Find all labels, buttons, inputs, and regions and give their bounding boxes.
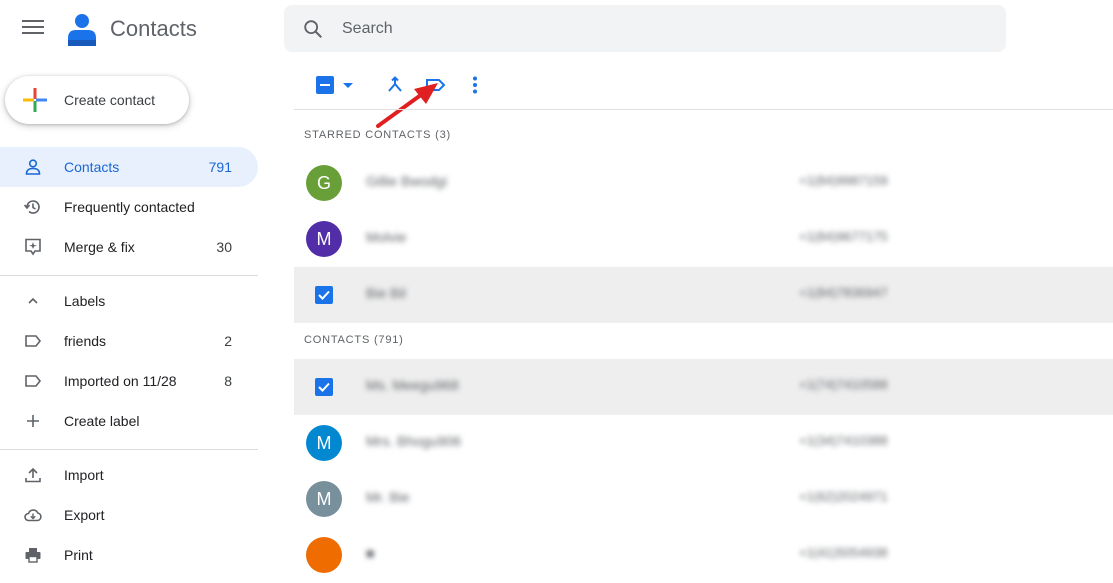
contact-name: Gillie Bwodgi: [366, 173, 447, 189]
labels-header[interactable]: Labels: [0, 281, 258, 321]
contacts-app: Contacts Create contact Contacts 791: [0, 0, 1113, 583]
contact-name: Bie Bil: [366, 285, 406, 301]
sidebar-label-imported[interactable]: Imported on 11/28 8: [0, 361, 258, 401]
contacts-header: CONTACTS (791): [304, 334, 404, 346]
sidebar-item-label: friends: [64, 333, 107, 349]
sidebar-item-merge-fix[interactable]: Merge & fix 30: [0, 227, 258, 267]
contact-name: ■: [366, 545, 375, 561]
toolbar-divider: [294, 109, 1113, 110]
print-icon: [25, 548, 41, 563]
contact-row[interactable]: G Gillie Bwodgi +1(84)9987159: [294, 155, 1113, 211]
chevron-up-icon: [28, 297, 38, 304]
sidebar-item-count: 791: [208, 159, 232, 175]
merge-fix-icon: [25, 238, 41, 256]
avatar[interactable]: G: [306, 165, 342, 201]
avatar[interactable]: M: [306, 221, 342, 257]
sidebar-item-label: Frequently contacted: [64, 199, 195, 215]
sidebar-item-label: Print: [64, 547, 93, 563]
sidebar-label-friends[interactable]: friends 2: [0, 321, 258, 361]
main-menu-icon[interactable]: [22, 20, 44, 38]
contact-phone: +1(34)7410388: [799, 433, 888, 448]
check-icon: [318, 382, 330, 392]
contact-row[interactable]: ■ +1(41)5054938: [294, 527, 1113, 583]
check-icon: [318, 290, 330, 300]
sidebar-item-count: 2: [224, 333, 232, 349]
contact-row[interactable]: Bie Bil +1(84)7836947: [294, 267, 1113, 323]
label-icon: [25, 375, 42, 387]
plus-icon: [23, 88, 47, 112]
contact-phone: +1(74)7410588: [799, 377, 888, 392]
sidebar-item-count: 30: [216, 239, 232, 255]
avatar[interactable]: M: [306, 481, 342, 517]
cloud-download-icon: [24, 509, 42, 522]
plus-icon: [27, 415, 39, 427]
sidebar-divider: [0, 449, 258, 450]
contact-row[interactable]: M Mr. Bie +1(62)2024971: [294, 471, 1113, 527]
sidebar-item-label: Import: [64, 467, 104, 483]
sidebar-item-contacts[interactable]: Contacts 791: [0, 147, 258, 187]
row-checkbox[interactable]: [315, 286, 333, 304]
sidebar-item-frequently-contacted[interactable]: Frequently contacted: [0, 187, 258, 227]
contact-phone: +1(84)9677175: [799, 229, 888, 244]
contacts-logo-icon: [68, 14, 96, 46]
avatar[interactable]: [306, 537, 342, 573]
app-title: Contacts: [110, 16, 197, 41]
contact-phone: +1(84)9987159: [799, 173, 888, 188]
merge-icon[interactable]: [384, 74, 406, 96]
contact-name: Ms. Meegu968: [366, 377, 459, 393]
avatar[interactable]: M: [306, 425, 342, 461]
sidebar-item-import[interactable]: Import: [0, 455, 258, 495]
contact-row[interactable]: M Molvie +1(84)9677175: [294, 211, 1113, 267]
search-icon[interactable]: [302, 18, 324, 40]
create-contact-button[interactable]: Create contact: [5, 76, 189, 124]
select-all-checkbox[interactable]: [316, 76, 334, 94]
label-icon[interactable]: [424, 74, 446, 96]
contact-row[interactable]: Ms. Meegu968 +1(74)7410588: [294, 359, 1113, 415]
sidebar-item-count: 8: [224, 373, 232, 389]
labels-header-label: Labels: [64, 293, 106, 309]
contact-name: Mr. Bie: [366, 489, 410, 505]
create-contact-label: Create contact: [64, 92, 156, 108]
sidebar-item-label: Export: [64, 507, 105, 523]
search-input[interactable]: [342, 5, 942, 52]
sidebar-divider: [0, 275, 258, 276]
contact-phone: +1(41)5054938: [799, 545, 888, 560]
create-label-label: Create label: [64, 413, 140, 429]
sidebar-item-print[interactable]: Print: [0, 535, 258, 575]
search-bar[interactable]: [284, 5, 1006, 52]
more-options-icon[interactable]: [464, 74, 486, 96]
upload-icon: [25, 467, 41, 483]
sidebar-item-export[interactable]: Export: [0, 495, 258, 535]
history-icon: [24, 200, 40, 214]
sidebar-item-label: Merge & fix: [64, 239, 135, 255]
contact-phone: +1(62)2024971: [799, 489, 888, 504]
create-label-item[interactable]: Create label: [0, 401, 258, 441]
contact-name: Molvie: [366, 229, 407, 245]
starred-contacts-header: STARRED CONTACTS (3): [304, 129, 451, 141]
contact-phone: +1(84)7836947: [799, 285, 888, 300]
label-icon: [25, 335, 42, 347]
person-icon: [25, 159, 41, 175]
contact-name: Mrs. Bhogu906: [366, 433, 461, 449]
sidebar-item-label: Contacts: [64, 159, 120, 175]
contact-row[interactable]: M Mrs. Bhogu906 +1(34)7410388: [294, 415, 1113, 471]
sidebar-item-label: Imported on 11/28: [64, 373, 177, 389]
row-checkbox[interactable]: [315, 378, 333, 396]
select-dropdown-icon[interactable]: [343, 83, 353, 88]
